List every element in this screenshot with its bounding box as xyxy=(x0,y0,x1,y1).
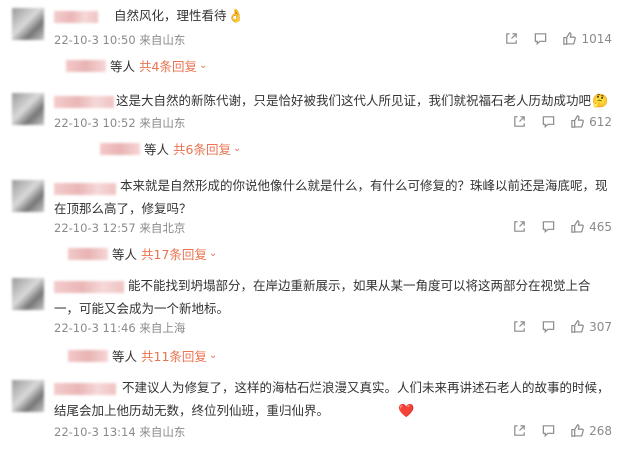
comment-3: 本来就是自然形成的你说他像什么就是什么，有什么可修复的？珠峰以前还是海底呢，现在… xyxy=(0,170,626,268)
like-button[interactable]: 307 xyxy=(570,319,612,334)
comment-actions: 612 xyxy=(512,114,612,129)
reply-summary: 等人 共6条回复 ⌄ xyxy=(100,139,241,158)
thumbs-up-icon xyxy=(571,424,584,437)
like-count: 307 xyxy=(589,319,612,334)
comment-text: 不建议人为修复了，这样的海枯石烂浪漫又真实。人们未来再讲述石老人的故事的时候，结… xyxy=(54,376,612,423)
comment-actions: 1014 xyxy=(504,31,612,46)
comment-actions: 268 xyxy=(512,423,612,438)
comment-text: 能不能找到坍塌部分，在岸边重新展示，如果从某一角度可以将这两部分在视觉上合一，可… xyxy=(54,274,612,320)
share-button[interactable] xyxy=(512,114,527,129)
thumbs-up-icon xyxy=(571,115,584,128)
view-replies-link[interactable]: 共4条回复 xyxy=(139,56,197,75)
chevron-down-icon: ⌄ xyxy=(232,143,242,154)
reply-users-blurred xyxy=(66,59,106,72)
username-blurred[interactable] xyxy=(54,96,114,108)
like-count: 1014 xyxy=(581,31,612,46)
thinking-emoji: 🤔 xyxy=(592,94,609,109)
comment-meta: 22-10-3 11:46 来自上海 xyxy=(54,321,186,335)
reply-prefix: 等人 xyxy=(112,247,138,262)
heart-emoji: ❤️ xyxy=(398,404,415,419)
comment-meta: 22-10-3 13:14 来自山东 xyxy=(54,425,186,439)
share-button[interactable] xyxy=(512,319,527,334)
reply-button[interactable] xyxy=(541,219,556,234)
like-button[interactable]: 465 xyxy=(570,219,612,234)
ok-hand-emoji: 👌 xyxy=(227,9,244,24)
comment-icon xyxy=(535,33,547,45)
reply-summary: 等人 共11条回复 ⌄ xyxy=(68,346,217,365)
chevron-down-icon: ⌄ xyxy=(198,60,208,71)
reply-button[interactable] xyxy=(541,319,556,334)
comment-text: 本来就是自然形成的你说他像什么就是什么，有什么可修复的？珠峰以前还是海底呢，现在… xyxy=(54,174,612,220)
comment-body: 本来就是自然形成的你说他像什么就是什么，有什么可修复的？珠峰以前还是海底呢，现在… xyxy=(54,178,608,216)
reply-users-blurred xyxy=(68,247,108,260)
reply-summary: 等人 共4条回复 ⌄ xyxy=(66,56,207,75)
comment-meta: 22-10-3 12:57 来自北京 xyxy=(54,221,186,235)
view-replies-link[interactable]: 共6条回复 xyxy=(173,139,231,158)
share-button[interactable] xyxy=(504,31,519,46)
comment-actions: 465 xyxy=(512,219,612,234)
chevron-down-icon: ⌄ xyxy=(208,350,218,361)
share-button[interactable] xyxy=(512,219,527,234)
comment-icon xyxy=(542,221,555,233)
reply-users-blurred xyxy=(68,349,108,362)
like-button[interactable]: 268 xyxy=(570,423,612,438)
comment-body: 这是大自然的新陈代谢，只是恰好被我们这代人所见证，我们就祝福石老人历劫成功吧 xyxy=(116,93,592,108)
comment-body: 自然风化，理性看待 xyxy=(114,8,227,23)
comment-meta: 22-10-3 10:52 来自山东 xyxy=(54,116,186,130)
comment-1: 自然风化，理性看待👌 22-10-3 10:50 来自山东 1014 等人 共4… xyxy=(0,0,626,85)
comment-2: 这是大自然的新陈代谢，只是恰好被我们这代人所见证，我们就祝福石老人历劫成功吧🤔 … xyxy=(0,85,626,170)
share-icon xyxy=(514,221,525,232)
comment-body: 能不能找到坍塌部分，在岸边重新展示，如果从某一角度可以将这两部分在视觉上合一，可… xyxy=(54,278,591,316)
reply-button[interactable] xyxy=(541,423,556,438)
chevron-down-icon: ⌄ xyxy=(208,248,218,259)
share-icon xyxy=(514,321,525,332)
share-button[interactable] xyxy=(512,423,527,438)
reply-users-blurred xyxy=(100,142,140,155)
thumbs-up-icon xyxy=(563,32,577,45)
view-replies-link[interactable]: 共17条回复 xyxy=(141,244,207,263)
avatar[interactable] xyxy=(12,380,44,412)
comment-icon xyxy=(542,116,555,128)
share-icon xyxy=(514,425,525,436)
like-button[interactable]: 1014 xyxy=(562,31,612,46)
share-icon xyxy=(514,116,525,127)
like-count: 465 xyxy=(589,219,612,234)
avatar[interactable] xyxy=(12,93,44,125)
like-count: 612 xyxy=(589,114,612,129)
comment-text: 这是大自然的新陈代谢，只是恰好被我们这代人所见证，我们就祝福石老人历劫成功吧🤔 xyxy=(116,89,612,113)
avatar[interactable] xyxy=(12,8,44,40)
reply-button[interactable] xyxy=(533,31,548,46)
reply-summary: 等人 共17条回复 ⌄ xyxy=(68,244,217,263)
reply-button[interactable] xyxy=(541,114,556,129)
reply-prefix: 等人 xyxy=(110,59,136,74)
thumbs-up-icon xyxy=(571,220,584,233)
like-count: 268 xyxy=(589,423,612,438)
comment-4: 能不能找到坍塌部分，在岸边重新展示，如果从某一角度可以将这两部分在视觉上合一，可… xyxy=(0,268,626,366)
reply-prefix: 等人 xyxy=(112,349,138,364)
avatar[interactable] xyxy=(12,180,44,212)
like-button[interactable]: 612 xyxy=(570,114,612,129)
comment-icon xyxy=(542,321,555,333)
username-blurred[interactable] xyxy=(54,11,98,23)
thumbs-up-icon xyxy=(571,320,584,333)
comment-text: 自然风化，理性看待👌 xyxy=(114,4,612,28)
comment-icon xyxy=(542,425,555,437)
view-replies-link[interactable]: 共11条回复 xyxy=(141,346,207,365)
comment-actions: 307 xyxy=(512,319,612,334)
share-icon xyxy=(506,33,518,44)
comment-5: 不建议人为修复了，这样的海枯石烂浪漫又真实。人们未来再讲述石老人的故事的时候，结… xyxy=(0,366,626,452)
comment-meta: 22-10-3 10:50 来自山东 xyxy=(54,33,186,47)
reply-prefix: 等人 xyxy=(144,142,170,157)
avatar[interactable] xyxy=(12,278,44,310)
